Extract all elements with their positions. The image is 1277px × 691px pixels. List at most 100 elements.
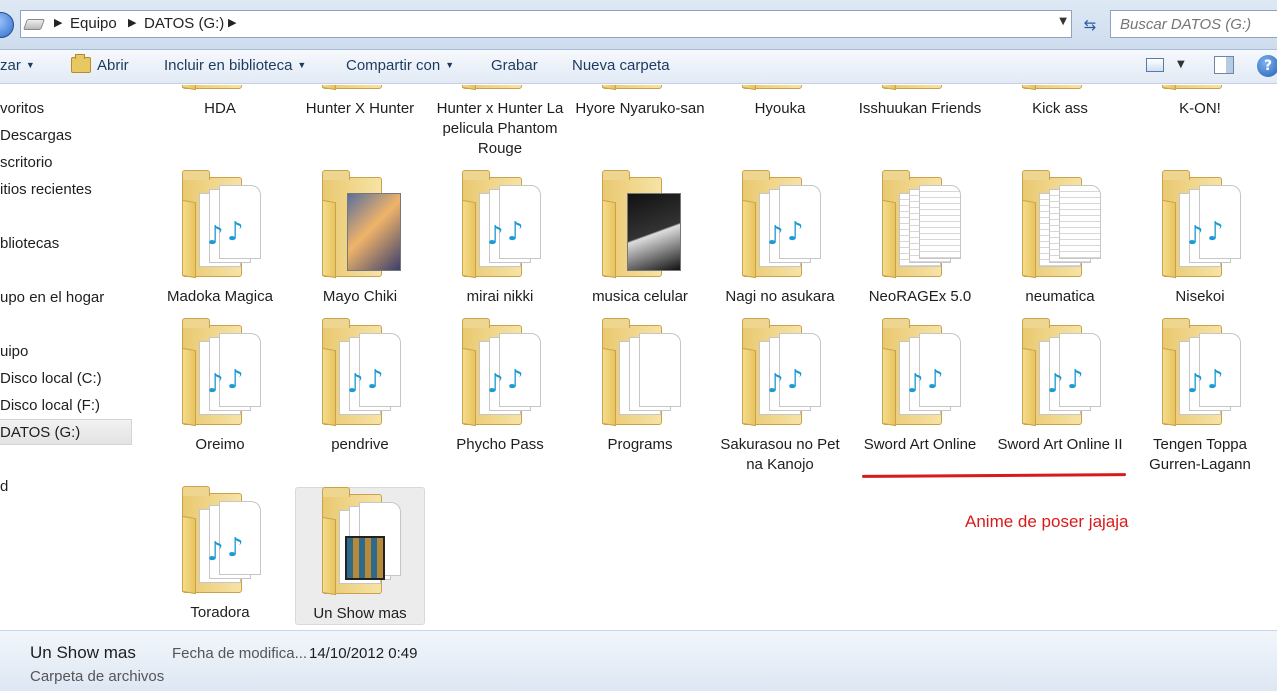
- sidebar-item-disco-c[interactable]: Disco local (C:): [0, 366, 132, 392]
- folder-item[interactable]: ♪♪ Kick ass: [995, 85, 1125, 119]
- folder-item[interactable]: ♪♪ Hyouka: [715, 85, 845, 119]
- chevron-down-icon[interactable]: ▼: [1059, 16, 1067, 27]
- folder-label: Hyouka: [754, 100, 806, 117]
- share-button[interactable]: Compartir con ▼: [346, 57, 454, 74]
- folder-icon: ♪♪: [1157, 85, 1243, 93]
- folder-label: Mayo Chiki: [322, 288, 398, 305]
- folder-label: mirai nikki: [466, 288, 534, 305]
- music-note-icon: ♪: [227, 365, 244, 395]
- command-bar: zar ▼ Abrir Incluir en biblioteca ▼ Compar…: [0, 50, 1277, 84]
- address-row: ▶ Equipo ▶ DATOS (G:) ▶ ▼ ⇆: [0, 0, 1277, 50]
- navigation-pane: voritos Descargas scritorio itios recien…: [0, 85, 135, 630]
- preview-pane-icon[interactable]: [1214, 56, 1234, 74]
- folder-item[interactable]: ♪ ♪ Oreimo: [155, 318, 285, 455]
- folder-label: K-ON!: [1179, 100, 1221, 117]
- chevron-right-icon[interactable]: ▶: [228, 16, 236, 29]
- sidebar-item-descargas[interactable]: Descargas: [0, 123, 132, 149]
- folder-label: Nisekoi: [1175, 288, 1225, 305]
- folder-item[interactable]: ♪♪ K-ON!: [1135, 85, 1265, 119]
- folder-icon: ♪♪: [317, 85, 403, 93]
- music-note-icon: ♪: [1207, 217, 1224, 247]
- folder-icon: ♪♪: [877, 85, 963, 93]
- refresh-icon[interactable]: ⇆: [1076, 12, 1104, 38]
- open-button[interactable]: Abrir: [97, 57, 129, 74]
- sidebar-item-bibliotecas[interactable]: bliotecas: [0, 231, 132, 257]
- sidebar-item-equipo[interactable]: uipo: [0, 339, 132, 365]
- music-note-icon: ♪: [767, 369, 784, 399]
- folder-item[interactable]: musica celular: [575, 170, 705, 307]
- folder-label: Phycho Pass: [456, 436, 544, 453]
- sidebar-item-favoritos[interactable]: voritos: [0, 96, 132, 122]
- folder-item[interactable]: ♪♪ Hunter x Hunter La pelicula Phantom Ro…: [435, 85, 565, 159]
- folder-item[interactable]: ♪ ♪ Sword Art Online: [855, 318, 985, 455]
- sidebar-item-grupo-hogar[interactable]: upo en el hogar: [0, 285, 132, 311]
- include-library-button[interactable]: Incluir en biblioteca ▼: [164, 57, 306, 74]
- chevron-right-icon[interactable]: ▶: [128, 16, 136, 29]
- search-input[interactable]: [1111, 11, 1277, 37]
- folder-item[interactable]: ♪ ♪ Tengen Toppa Gurren-Lagann: [1135, 318, 1265, 475]
- folder-item[interactable]: ♪♪ Hyore Nyaruko-san: [575, 85, 705, 119]
- organize-button[interactable]: zar ▼: [0, 57, 35, 74]
- folder-item[interactable]: ♪ ♪ Toradora: [155, 486, 285, 623]
- music-note-icon: ♪: [227, 217, 244, 247]
- folder-item[interactable]: ♪ ♪ mirai nikki: [435, 170, 565, 307]
- help-icon[interactable]: ?: [1257, 55, 1277, 77]
- music-note-icon: ♪: [367, 365, 384, 395]
- folder-label: Madoka Magica: [167, 288, 273, 305]
- sidebar-item-datos-g[interactable]: DATOS (G:): [0, 419, 132, 445]
- folder-grid: ♪♪HDA♪♪Hunter X Hunter♪♪Hunter x Hunter …: [135, 85, 1277, 630]
- folder-item[interactable]: Mayo Chiki: [295, 170, 425, 307]
- sidebar-item-red[interactable]: d: [0, 474, 132, 500]
- chevron-down-icon[interactable]: ▼: [1177, 59, 1185, 70]
- folder-item[interactable]: ♪ ♪ Sakurasou no Pet na Kanojo: [715, 318, 845, 475]
- back-button[interactable]: [0, 12, 14, 38]
- folder-icon: [597, 170, 683, 281]
- folder-icon: ♪♪: [177, 170, 263, 281]
- music-note-icon: ♪: [207, 537, 224, 567]
- sidebar-item-sitios-recientes[interactable]: itios recientes: [0, 177, 132, 203]
- folder-label: HDA: [204, 100, 236, 117]
- folder-icon: ♪♪: [177, 318, 263, 429]
- view-options-icon[interactable]: [1146, 58, 1164, 72]
- folder-item[interactable]: neumatica: [995, 170, 1125, 307]
- chevron-right-icon[interactable]: ▶: [54, 16, 62, 29]
- folder-icon: [317, 170, 403, 281]
- folder-item[interactable]: ♪♪ Isshuukan Friends: [855, 85, 985, 119]
- folder-icon: ♪♪: [457, 170, 543, 281]
- sidebar-item-disco-f[interactable]: Disco local (F:): [0, 393, 132, 419]
- folder-item[interactable]: ♪ ♪ Sword Art Online II: [995, 318, 1125, 455]
- folder-icon: ♪♪: [177, 486, 263, 597]
- sidebar-item-escritorio[interactable]: scritorio: [0, 150, 132, 176]
- music-note-icon: ♪: [787, 217, 804, 247]
- folder-label: Sword Art Online II: [997, 436, 1123, 453]
- folder-item[interactable]: ♪ ♪ Nagi no asukara: [715, 170, 845, 307]
- folder-label: Sword Art Online: [863, 436, 977, 453]
- details-pane: Un Show mas Carpeta de archivos Fecha de…: [0, 630, 1277, 691]
- folder-icon: ♪♪: [457, 85, 543, 93]
- folder-item[interactable]: NeoRAGEx 5.0: [855, 170, 985, 307]
- breadcrumb-datos[interactable]: DATOS (G:): [144, 15, 224, 32]
- folder-item[interactable]: Un Show mas: [295, 487, 425, 625]
- folder-item[interactable]: ♪♪ Hunter X Hunter: [295, 85, 425, 119]
- folder-item[interactable]: ♪ ♪ Nisekoi: [1135, 170, 1265, 307]
- breadcrumb-equipo[interactable]: Equipo: [70, 15, 117, 32]
- music-note-icon: ♪: [907, 369, 924, 399]
- folder-label: Oreimo: [195, 436, 245, 453]
- chevron-down-icon: ▼: [25, 60, 35, 70]
- search-box[interactable]: [1110, 10, 1277, 38]
- folder-item[interactable]: Programs: [575, 318, 705, 455]
- include-library-label: Incluir en biblioteca: [164, 57, 293, 74]
- open-folder-icon[interactable]: [71, 54, 91, 73]
- share-label: Compartir con: [346, 57, 441, 74]
- new-folder-button[interactable]: Nueva carpeta: [572, 57, 670, 74]
- folder-item[interactable]: ♪ ♪ Madoka Magica: [155, 170, 285, 307]
- folder-item[interactable]: ♪♪ HDA: [155, 85, 285, 119]
- folder-icon: ♪♪: [317, 318, 403, 429]
- music-note-icon: ♪: [767, 221, 784, 251]
- burn-button[interactable]: Grabar: [491, 57, 538, 74]
- chevron-down-icon: ▼: [297, 60, 307, 70]
- chevron-down-icon: ▼: [445, 60, 455, 70]
- folder-item[interactable]: ♪ ♪ pendrive: [295, 318, 425, 455]
- address-bar[interactable]: ▶ Equipo ▶ DATOS (G:) ▶ ▼: [20, 10, 1072, 38]
- folder-item[interactable]: ♪ ♪ Phycho Pass: [435, 318, 565, 455]
